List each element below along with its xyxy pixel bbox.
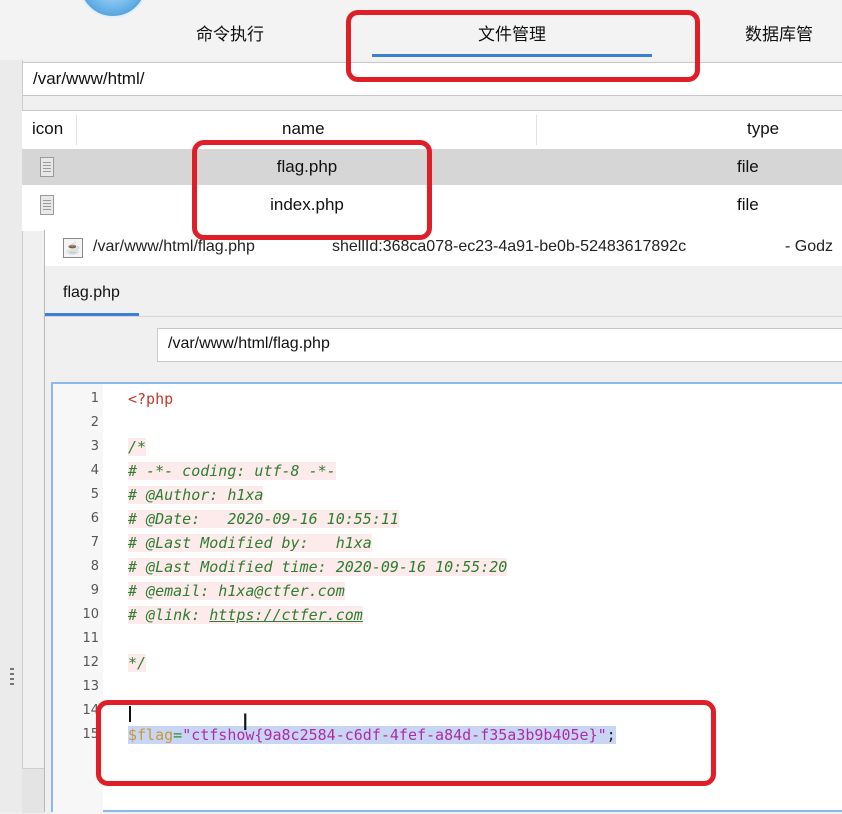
code-link[interactable]: https://ctfer.com [209, 606, 363, 624]
code-line: # @Last Modified time: 2020-09-16 10:55:… [128, 558, 508, 576]
code-comment: # @link: [128, 606, 210, 624]
file-type: file [737, 195, 759, 214]
file-table: icon name type flag.php file index.php f… [22, 110, 842, 231]
table-row[interactable]: flag.php file [22, 149, 842, 185]
tab-command-exec[interactable]: 命令执行 [160, 20, 300, 50]
file-path-input[interactable]: /var/www/html/flag.php [157, 328, 842, 362]
line-number: 2 [90, 415, 99, 430]
code-line: # @Last Modified by: h1xa [128, 534, 372, 552]
window-title-path: /var/www/html/flag.php [93, 238, 255, 255]
column-header-type[interactable]: type [747, 119, 779, 139]
code-line: # @email: h1xa@ctfer.com [128, 582, 345, 600]
code-line: # @link: https://ctfer.com [128, 606, 363, 624]
left-panel-strip [0, 60, 23, 812]
window-titlebar[interactable]: ☕ /var/www/html/flag.php shellId:368ca07… [45, 230, 842, 266]
table-row[interactable]: index.php file [22, 187, 842, 223]
line-number: 10 [82, 607, 99, 622]
code-line: # @Date: 2020-09-16 10:55:11 [128, 510, 399, 528]
code-comment: # -*- coding: utf-8 -*- [128, 462, 336, 480]
file-path-value: /var/www/html/flag.php [168, 335, 330, 352]
bottom-left-panel [22, 768, 44, 813]
highlight-box-flag-line [96, 700, 716, 786]
code-comment: # @Last Modified by: h1xa [128, 534, 372, 552]
line-number: 1 [90, 391, 99, 406]
code-comment: */ [128, 654, 147, 672]
window-title-shell-id: shellId:368ca078-ec23-4a91-be0b-52483617… [332, 238, 687, 255]
column-divider [76, 115, 77, 145]
code-comment: # @Last Modified time: 2020-09-16 10:55:… [128, 558, 508, 576]
column-header-name[interactable]: name [282, 119, 325, 139]
code-line: /* [128, 438, 147, 456]
directory-path-value: /var/www/html/ [33, 69, 145, 88]
doc-tab-label: flag.php [63, 284, 120, 301]
line-number: 15 [82, 727, 99, 742]
code-line: # @Author: h1xa [128, 486, 264, 504]
file-icon [40, 157, 54, 177]
window-title-app: - Godz [785, 238, 834, 255]
splitter-grip-icon[interactable] [10, 668, 14, 686]
highlight-box-file-manager-tab [346, 10, 700, 82]
tab-db-manager[interactable]: 数据库管 [745, 20, 842, 50]
line-number: 14 [82, 703, 99, 718]
file-icon [40, 195, 54, 215]
line-number: 13 [82, 679, 99, 694]
line-number: 6 [90, 511, 99, 526]
code-comment: # @email: h1xa@ctfer.com [128, 582, 345, 600]
code-comment: /* [128, 438, 147, 456]
code-line: */ [128, 654, 147, 672]
line-number: 9 [90, 583, 99, 598]
code-comment: # @Date: 2020-09-16 10:55:11 [128, 510, 399, 528]
line-number: 8 [90, 559, 99, 574]
highlight-box-file-list [192, 140, 432, 240]
file-type: file [737, 157, 759, 176]
column-header-icon[interactable]: icon [32, 119, 63, 139]
java-app-icon: ☕ [63, 238, 83, 258]
line-number: 7 [90, 535, 99, 550]
document-tab-bar: flag.php [45, 272, 842, 317]
code-line: <?php [128, 390, 174, 408]
line-number: 3 [90, 439, 99, 454]
column-divider [536, 115, 537, 145]
active-doc-tab-indicator [45, 313, 139, 316]
line-number: 4 [90, 463, 99, 478]
line-number: 5 [90, 487, 99, 502]
tab-flag-php[interactable]: flag.php [45, 272, 139, 316]
code-line: # -*- coding: utf-8 -*- [128, 462, 336, 480]
line-number: 12 [82, 655, 99, 670]
code-comment: # @Author: h1xa [128, 486, 264, 504]
line-number: 11 [82, 631, 99, 646]
